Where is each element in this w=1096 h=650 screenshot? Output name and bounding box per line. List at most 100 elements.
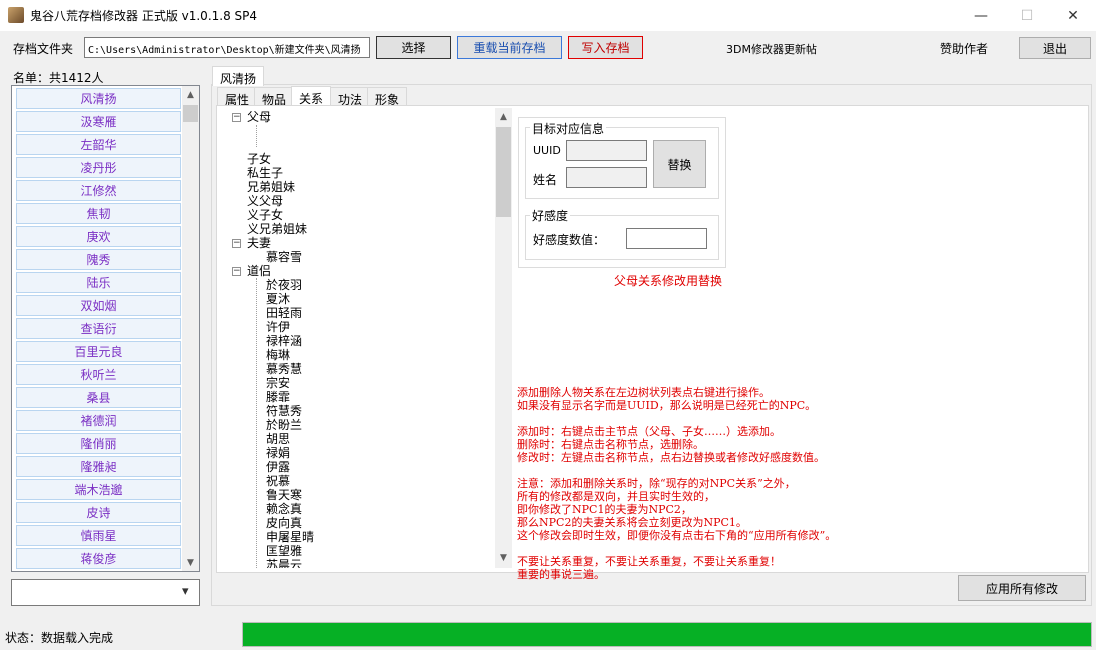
- exit-button[interactable]: 退出: [1019, 37, 1091, 59]
- tree-collapse-icon[interactable]: −: [232, 113, 241, 122]
- chevron-down-icon[interactable]: ▾: [182, 584, 189, 599]
- npc-list-item[interactable]: 隆俏丽: [16, 433, 181, 454]
- replace-button[interactable]: 替换: [653, 140, 706, 188]
- progress-fill: [243, 623, 1091, 646]
- npc-list-item[interactable]: 陆乐: [16, 272, 181, 293]
- tree-node-dao-member[interactable]: 伊露: [266, 460, 290, 474]
- tree-node-dao-member[interactable]: 鲁天寒: [266, 488, 302, 502]
- minimize-button[interactable]: —: [958, 0, 1004, 31]
- npc-listbox[interactable]: 风清扬 汲寒雁 左韶华 凌丹彤 江修然 焦韧 庚欢 隗秀 陆乐 双如烟 查语衍 百里元良 秋听兰 桑县 褚德…: [11, 85, 200, 572]
- tree-node-dao-member[interactable]: 田轻雨: [266, 306, 302, 320]
- tree-node-dao-member[interactable]: 祝慕: [266, 474, 290, 488]
- tree-node-dao-member[interactable]: 皮向真: [266, 516, 302, 530]
- tree-node-dao-member[interactable]: 宗安: [266, 376, 290, 390]
- tree-node-dao-partner[interactable]: 道侣: [247, 264, 271, 278]
- npc-list-item[interactable]: 蒋俊彦: [16, 548, 181, 569]
- favor-title: 好感度: [530, 207, 571, 224]
- instruction-line: 修改时：左键点击名称节点，点右边替换或者修改好感度数值。: [517, 451, 825, 464]
- scroll-down-icon[interactable]: ▼: [182, 554, 199, 571]
- tab-character[interactable]: 风清扬: [212, 66, 265, 86]
- reload-save-button[interactable]: 重载当前存档: [457, 36, 562, 59]
- name-field[interactable]: [566, 167, 647, 188]
- npc-list-item[interactable]: 褚德润: [16, 410, 181, 431]
- tab-items[interactable]: 物品: [254, 87, 295, 107]
- npc-list-item[interactable]: 庚欢: [16, 226, 181, 247]
- tree-node-dao-member[interactable]: 慕秀慧: [266, 362, 302, 376]
- sponsor-author-link[interactable]: 赞助作者: [940, 40, 988, 57]
- tree-node-parents[interactable]: 父母: [247, 110, 271, 124]
- tree-node-dao-member[interactable]: 匡望雅: [266, 544, 302, 558]
- npc-list-item[interactable]: 隆雅昶: [16, 456, 181, 477]
- tree-node-dao-member[interactable]: 梅琳: [266, 348, 290, 362]
- tree-line: [256, 278, 257, 568]
- npc-search-combo[interactable]: ▾: [11, 579, 200, 606]
- tree-line: [256, 125, 257, 147]
- npc-list-item[interactable]: 风清扬: [16, 88, 181, 109]
- npc-list-item[interactable]: 查语衍: [16, 318, 181, 339]
- uuid-field[interactable]: [566, 140, 647, 161]
- select-folder-button[interactable]: 选择: [376, 36, 451, 59]
- tree-node-children[interactable]: 子女: [247, 152, 271, 166]
- apply-all-button[interactable]: 应用所有修改: [958, 575, 1086, 601]
- relation-tree[interactable]: − 父母 子女 私生子 兄弟姐妹 义父母 义子女 义兄弟姐妹 − 夫妻 慕容雪 …: [219, 106, 512, 568]
- tree-node-dao-member[interactable]: 禄梓涵: [266, 334, 302, 348]
- tree-node-illegitimate[interactable]: 私生子: [247, 166, 283, 180]
- npc-list-item[interactable]: 皮诗: [16, 502, 181, 523]
- npc-list-item[interactable]: 桑县: [16, 387, 181, 408]
- tree-node-adoptive-parents[interactable]: 义父母: [247, 194, 283, 208]
- write-save-button[interactable]: 写入存档: [568, 36, 643, 59]
- tree-node-dao-member[interactable]: 许伊: [266, 320, 290, 334]
- tree-scrollbar[interactable]: ▲ ▼: [495, 108, 512, 568]
- tab-relations[interactable]: 关系: [291, 86, 332, 107]
- tab-skills[interactable]: 功法: [330, 87, 371, 107]
- tree-node-dao-member[interactable]: 於盼兰: [266, 418, 302, 432]
- instructions-text: 添加删除人物关系在左边树状列表点右键进行操作。 如果没有显示名字而是UUID，那么…: [517, 386, 836, 581]
- tree-node-dao-member[interactable]: 苏晨云: [266, 558, 302, 568]
- tree-node-dao-member[interactable]: 赖念真: [266, 502, 302, 516]
- npc-list-item[interactable]: 慎雨星: [16, 525, 181, 546]
- update-post-link[interactable]: 3DM修改器更新帖: [726, 41, 817, 57]
- scroll-down-icon[interactable]: ▼: [495, 549, 512, 566]
- npc-list-item[interactable]: 隗秀: [16, 249, 181, 270]
- instruction-line: 删除时：右键点击名称节点，选删除。: [517, 438, 704, 451]
- tree-node-dao-member[interactable]: 夏沐: [266, 292, 290, 306]
- tree-collapse-icon[interactable]: −: [232, 267, 241, 276]
- npc-list-item[interactable]: 端木浩邈: [16, 479, 181, 500]
- tree-node-siblings[interactable]: 兄弟姐妹: [247, 180, 295, 194]
- instruction-line: [517, 412, 836, 425]
- tree-collapse-icon[interactable]: −: [232, 239, 241, 248]
- favor-value-input[interactable]: [626, 228, 707, 249]
- npc-list-item[interactable]: 百里元良: [16, 341, 181, 362]
- tree-node-sworn-siblings[interactable]: 义兄弟姐妹: [247, 222, 307, 236]
- instruction-line: 即你修改了NPC1的夫妻为NPC2，: [517, 503, 692, 516]
- scroll-up-icon[interactable]: ▲: [182, 86, 199, 103]
- tree-node-dao-member[interactable]: 符慧秀: [266, 404, 302, 418]
- tree-node-spouse[interactable]: 夫妻: [247, 236, 271, 250]
- scroll-up-icon[interactable]: ▲: [495, 108, 512, 125]
- npc-list-item[interactable]: 汲寒雁: [16, 111, 181, 132]
- npc-list-item[interactable]: 凌丹彤: [16, 157, 181, 178]
- scroll-thumb[interactable]: [496, 127, 511, 217]
- npc-list-scrollbar[interactable]: ▲ ▼: [182, 86, 199, 571]
- tab-attributes[interactable]: 属性: [217, 87, 258, 107]
- scroll-thumb[interactable]: [183, 105, 198, 122]
- tab-appearance[interactable]: 形象: [367, 87, 408, 107]
- npc-list-item[interactable]: 江修然: [16, 180, 181, 201]
- npc-list-item[interactable]: 左韶华: [16, 134, 181, 155]
- npc-list-item[interactable]: 秋听兰: [16, 364, 181, 385]
- folder-path-input[interactable]: C:\Users\Administrator\Desktop\新建文件夹\风清扬: [84, 37, 370, 58]
- tree-node-dao-member[interactable]: 於夜羽: [266, 278, 302, 292]
- tree-node-dao-member[interactable]: 滕霏: [266, 390, 290, 404]
- close-button[interactable]: ✕: [1050, 0, 1096, 31]
- tree-node-dao-member[interactable]: 申屠星晴: [266, 530, 314, 544]
- tree-node-adoptive-children[interactable]: 义子女: [247, 208, 283, 222]
- load-progress-bar: [242, 622, 1092, 647]
- tree-node-dao-member[interactable]: 胡思: [266, 432, 290, 446]
- npc-list-item[interactable]: 焦韧: [16, 203, 181, 224]
- tree-node-dao-member[interactable]: 禄娟: [266, 446, 290, 460]
- maximize-button[interactable]: ☐: [1004, 0, 1050, 31]
- tree-node-spouse-member[interactable]: 慕容雪: [266, 250, 302, 264]
- instruction-line: 所有的修改都是双向，并且实时生效的，: [517, 490, 715, 503]
- instruction-line: 注意：添加和删除关系时，除“现存的对NPC关系”之外，: [517, 477, 796, 490]
- npc-list-item[interactable]: 双如烟: [16, 295, 181, 316]
